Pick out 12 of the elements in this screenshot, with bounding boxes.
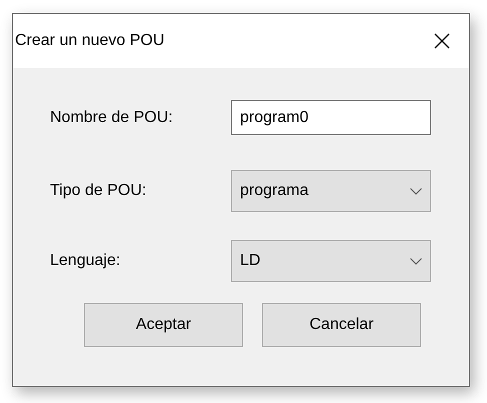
field-label: Nombre de POU: (50, 108, 174, 126)
close-icon (434, 33, 450, 49)
chevron-down-icon (410, 258, 422, 264)
window-title: Crear un nuevo POU (15, 32, 164, 50)
chevron-down-icon (410, 188, 422, 194)
name-field[interactable]: program0 (231, 100, 431, 135)
dialog-button[interactable]: Aceptar (84, 303, 243, 347)
field-label: Lenguaje: (50, 252, 122, 270)
dropdown[interactable]: LD (231, 240, 431, 282)
field-label: Tipo de POU: (50, 182, 148, 200)
dialog-button[interactable]: Cancelar (262, 303, 421, 347)
dropdown[interactable]: programa (231, 170, 431, 212)
